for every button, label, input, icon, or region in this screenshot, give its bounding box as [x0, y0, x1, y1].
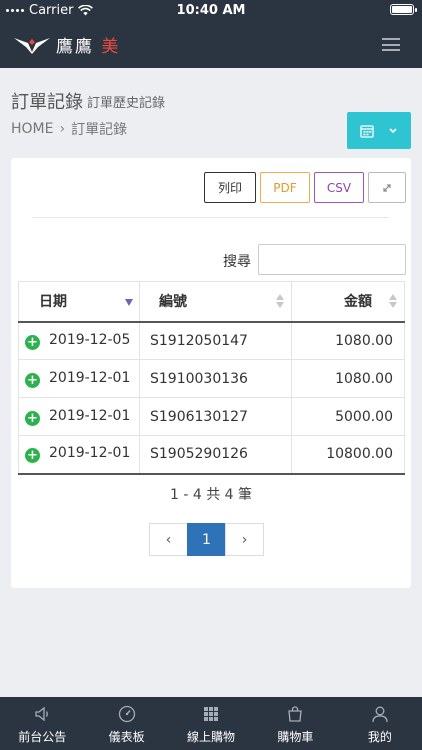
cell-id: S1905290126 [139, 435, 292, 474]
expand-row-icon[interactable]: + [25, 334, 40, 350]
fullscreen-button[interactable] [368, 172, 406, 203]
column-header-date-label: 日期 [39, 294, 67, 311]
logo-accent: 美 [101, 37, 121, 57]
cell-id: S1906130127 [139, 397, 292, 436]
column-header-id[interactable]: 編號 [139, 281, 292, 322]
expand-row-icon[interactable]: + [25, 372, 40, 388]
orders-card: 列印 PDF CSV 搜尋 日期 編號 金額 +2019-12-05 S1912… [11, 158, 411, 588]
expand-row-icon[interactable]: + [25, 448, 40, 464]
date-value: 2019-12-01 [49, 369, 131, 386]
status-time: 10:40 AM [176, 2, 246, 18]
breadcrumb-home[interactable]: HOME [11, 121, 53, 137]
nav-label: 線上購物 [187, 730, 236, 744]
page-button-current[interactable]: 1 [187, 523, 226, 556]
table-row[interactable]: +2019-12-01 S1905290126 10800.00 [18, 435, 405, 474]
grid-icon [204, 707, 219, 721]
nav-item-profile[interactable]: 我的 [338, 697, 422, 750]
orders-table: 日期 編號 金額 +2019-12-05 S1912050147 1080.00… [18, 281, 405, 475]
table-header-row: 日期 編號 金額 [18, 281, 405, 322]
date-value: 2019-12-05 [49, 331, 131, 348]
csv-button[interactable]: CSV [314, 172, 364, 203]
search-label: 搜尋 [223, 254, 251, 270]
nav-label: 前台公告 [18, 730, 67, 744]
bag-icon [288, 706, 303, 722]
page-title: 訂單記錄 [11, 92, 83, 113]
bottom-nav: 前台公告 儀表板 線上購物 購物車 我的 [0, 697, 422, 750]
nav-item-announcements[interactable]: 前台公告 [0, 697, 84, 750]
status-bar: Carrier 10:40 AM [0, 0, 422, 20]
logo[interactable]: 鷹鷹 美 [14, 32, 120, 57]
nav-label: 儀表板 [108, 730, 145, 744]
cell-date: +2019-12-01 [18, 359, 140, 398]
column-header-amount-label: 金額 [344, 294, 372, 311]
date-value: 2019-12-01 [49, 407, 131, 424]
cell-id: S1912050147 [139, 321, 292, 360]
nav-label: 我的 [367, 730, 392, 744]
cell-date: +2019-12-05 [18, 321, 140, 360]
battery-icon [390, 4, 417, 15]
calendar-icon [360, 124, 374, 138]
nav-item-cart[interactable]: 購物車 [253, 697, 337, 750]
sort-desc-icon [125, 299, 133, 306]
chevron-down-icon [389, 127, 397, 133]
logo-text: 鷹鷹 [56, 37, 94, 57]
eagle-logo-icon [14, 37, 50, 54]
column-header-amount[interactable]: 金額 [291, 281, 405, 322]
dashboard-icon [118, 705, 135, 723]
search-input[interactable] [258, 244, 406, 275]
cell-amount: 5000.00 [291, 397, 405, 436]
breadcrumb: HOME › 訂單記錄 [11, 119, 127, 139]
cell-amount: 1080.00 [291, 359, 405, 398]
breadcrumb-current: 訂單記錄 [71, 122, 128, 138]
expand-icon [383, 183, 391, 192]
cell-id: S1910030136 [139, 359, 292, 398]
date-range-button[interactable] [347, 112, 411, 149]
table-row[interactable]: +2019-12-05 S1912050147 1080.00 [18, 321, 405, 360]
divider [32, 217, 389, 218]
date-value: 2019-12-01 [49, 445, 131, 462]
nav-item-shop[interactable]: 線上購物 [169, 697, 253, 750]
sort-icon [276, 294, 284, 308]
pagination: ‹ 1 › [149, 523, 264, 556]
cell-date: +2019-12-01 [18, 397, 140, 436]
cell-date: +2019-12-01 [18, 435, 140, 474]
expand-row-icon[interactable]: + [25, 410, 40, 426]
speaker-icon [35, 706, 49, 722]
cell-amount: 1080.00 [291, 321, 405, 360]
pagination-info: 1 - 4 共 4 筆 [169, 487, 253, 503]
cell-amount: 10800.00 [291, 435, 405, 474]
column-header-date[interactable]: 日期 [18, 281, 140, 322]
user-icon [372, 706, 388, 723]
table-row[interactable]: +2019-12-01 S1910030136 1080.00 [18, 359, 405, 398]
page-subtitle: 訂單歷史記錄 [87, 96, 166, 111]
pdf-button[interactable]: PDF [260, 172, 310, 203]
print-button[interactable]: 列印 [204, 172, 256, 203]
menu-icon[interactable] [382, 38, 400, 51]
prev-page-button[interactable]: ‹ [149, 523, 188, 556]
sort-icon [389, 294, 397, 308]
export-toolbar: 列印 PDF CSV [204, 172, 406, 203]
nav-item-dashboard[interactable]: 儀表板 [84, 697, 168, 750]
nav-label: 購物車 [277, 730, 314, 744]
next-page-button[interactable]: › [225, 523, 264, 556]
app-header: 鷹鷹 美 [0, 20, 422, 68]
table-row[interactable]: +2019-12-01 S1906130127 5000.00 [18, 397, 405, 436]
column-header-id-label: 編號 [159, 294, 187, 311]
breadcrumb-separator: › [59, 121, 66, 137]
